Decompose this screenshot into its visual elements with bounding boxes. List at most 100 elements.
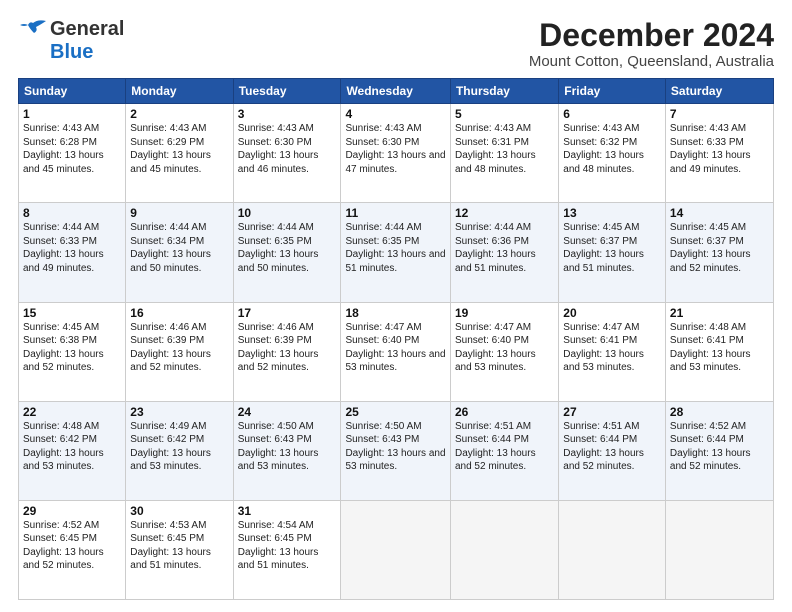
day-info: Sunrise: 4:49 AMSunset: 6:42 PMDaylight:… [130, 421, 211, 473]
day-info: Sunrise: 4:50 AMSunset: 6:43 PMDaylight:… [238, 421, 319, 473]
day-info: Sunrise: 4:52 AMSunset: 6:45 PMDaylight:… [23, 520, 104, 572]
table-row: 16 Sunrise: 4:46 AMSunset: 6:39 PMDaylig… [126, 302, 233, 401]
day-info: Sunrise: 4:46 AMSunset: 6:39 PMDaylight:… [238, 322, 319, 374]
day-info: Sunrise: 4:45 AMSunset: 6:37 PMDaylight:… [563, 222, 644, 274]
day-info: Sunrise: 4:54 AMSunset: 6:45 PMDaylight:… [238, 520, 319, 572]
day-number: 26 [455, 405, 554, 419]
table-row: 18 Sunrise: 4:47 AMSunset: 6:40 PMDaylig… [341, 302, 451, 401]
day-info: Sunrise: 4:44 AMSunset: 6:33 PMDaylight:… [23, 222, 104, 274]
day-info: Sunrise: 4:44 AMSunset: 6:35 PMDaylight:… [238, 222, 319, 274]
title-block: December 2024 Mount Cotton, Queensland, … [529, 18, 774, 70]
day-number: 15 [23, 306, 121, 320]
table-row: 30 Sunrise: 4:53 AMSunset: 6:45 PMDaylig… [126, 500, 233, 599]
table-row: 14 Sunrise: 4:45 AMSunset: 6:37 PMDaylig… [665, 203, 773, 302]
day-info: Sunrise: 4:51 AMSunset: 6:44 PMDaylight:… [563, 421, 644, 473]
table-row: 7 Sunrise: 4:43 AMSunset: 6:33 PMDayligh… [665, 104, 773, 203]
day-number: 16 [130, 306, 228, 320]
day-number: 31 [238, 504, 337, 518]
day-info: Sunrise: 4:44 AMSunset: 6:35 PMDaylight:… [345, 222, 445, 274]
table-row: 3 Sunrise: 4:43 AMSunset: 6:30 PMDayligh… [233, 104, 341, 203]
day-number: 5 [455, 107, 554, 121]
day-number: 18 [345, 306, 446, 320]
table-row: 5 Sunrise: 4:43 AMSunset: 6:31 PMDayligh… [450, 104, 558, 203]
day-info: Sunrise: 4:43 AMSunset: 6:29 PMDaylight:… [130, 123, 211, 175]
header: General Blue December 2024 Mount Cotton,… [18, 18, 774, 70]
table-row: 10 Sunrise: 4:44 AMSunset: 6:35 PMDaylig… [233, 203, 341, 302]
day-number: 25 [345, 405, 446, 419]
day-info: Sunrise: 4:48 AMSunset: 6:42 PMDaylight:… [23, 421, 104, 473]
table-row: 29 Sunrise: 4:52 AMSunset: 6:45 PMDaylig… [19, 500, 126, 599]
col-sunday: Sunday [19, 79, 126, 104]
day-number: 12 [455, 206, 554, 220]
calendar-row: 29 Sunrise: 4:52 AMSunset: 6:45 PMDaylig… [19, 500, 774, 599]
day-number: 13 [563, 206, 661, 220]
col-saturday: Saturday [665, 79, 773, 104]
table-row: 1 Sunrise: 4:43 AMSunset: 6:28 PMDayligh… [19, 104, 126, 203]
day-info: Sunrise: 4:51 AMSunset: 6:44 PMDaylight:… [455, 421, 536, 473]
day-info: Sunrise: 4:43 AMSunset: 6:31 PMDaylight:… [455, 123, 536, 175]
calendar-row: 15 Sunrise: 4:45 AMSunset: 6:38 PMDaylig… [19, 302, 774, 401]
day-info: Sunrise: 4:46 AMSunset: 6:39 PMDaylight:… [130, 322, 211, 374]
day-number: 7 [670, 107, 769, 121]
calendar-table: Sunday Monday Tuesday Wednesday Thursday… [18, 78, 774, 600]
table-row: 31 Sunrise: 4:54 AMSunset: 6:45 PMDaylig… [233, 500, 341, 599]
table-row: 9 Sunrise: 4:44 AMSunset: 6:34 PMDayligh… [126, 203, 233, 302]
calendar-row: 8 Sunrise: 4:44 AMSunset: 6:33 PMDayligh… [19, 203, 774, 302]
table-row: 21 Sunrise: 4:48 AMSunset: 6:41 PMDaylig… [665, 302, 773, 401]
day-info: Sunrise: 4:44 AMSunset: 6:36 PMDaylight:… [455, 222, 536, 274]
day-number: 14 [670, 206, 769, 220]
day-number: 24 [238, 405, 337, 419]
calendar-row: 1 Sunrise: 4:43 AMSunset: 6:28 PMDayligh… [19, 104, 774, 203]
day-info: Sunrise: 4:48 AMSunset: 6:41 PMDaylight:… [670, 322, 751, 374]
table-row: 11 Sunrise: 4:44 AMSunset: 6:35 PMDaylig… [341, 203, 451, 302]
day-info: Sunrise: 4:43 AMSunset: 6:28 PMDaylight:… [23, 123, 104, 175]
day-info: Sunrise: 4:45 AMSunset: 6:38 PMDaylight:… [23, 322, 104, 374]
day-info: Sunrise: 4:44 AMSunset: 6:34 PMDaylight:… [130, 222, 211, 274]
day-info: Sunrise: 4:47 AMSunset: 6:40 PMDaylight:… [455, 322, 536, 374]
col-wednesday: Wednesday [341, 79, 451, 104]
day-number: 19 [455, 306, 554, 320]
day-number: 27 [563, 405, 661, 419]
table-row: 2 Sunrise: 4:43 AMSunset: 6:29 PMDayligh… [126, 104, 233, 203]
day-number: 10 [238, 206, 337, 220]
calendar-row: 22 Sunrise: 4:48 AMSunset: 6:42 PMDaylig… [19, 401, 774, 500]
table-row: 22 Sunrise: 4:48 AMSunset: 6:42 PMDaylig… [19, 401, 126, 500]
day-info: Sunrise: 4:45 AMSunset: 6:37 PMDaylight:… [670, 222, 751, 274]
table-row [450, 500, 558, 599]
table-row: 8 Sunrise: 4:44 AMSunset: 6:33 PMDayligh… [19, 203, 126, 302]
page: General Blue December 2024 Mount Cotton,… [0, 0, 792, 612]
table-row: 28 Sunrise: 4:52 AMSunset: 6:44 PMDaylig… [665, 401, 773, 500]
col-thursday: Thursday [450, 79, 558, 104]
day-number: 29 [23, 504, 121, 518]
day-info: Sunrise: 4:43 AMSunset: 6:30 PMDaylight:… [345, 123, 445, 175]
col-friday: Friday [559, 79, 666, 104]
logo: General Blue [18, 18, 124, 64]
table-row [341, 500, 451, 599]
day-number: 28 [670, 405, 769, 419]
day-info: Sunrise: 4:47 AMSunset: 6:40 PMDaylight:… [345, 322, 445, 374]
table-row: 12 Sunrise: 4:44 AMSunset: 6:36 PMDaylig… [450, 203, 558, 302]
day-info: Sunrise: 4:52 AMSunset: 6:44 PMDaylight:… [670, 421, 751, 473]
table-row: 4 Sunrise: 4:43 AMSunset: 6:30 PMDayligh… [341, 104, 451, 203]
logo-general: General [50, 18, 124, 41]
day-info: Sunrise: 4:43 AMSunset: 6:32 PMDaylight:… [563, 123, 644, 175]
table-row: 27 Sunrise: 4:51 AMSunset: 6:44 PMDaylig… [559, 401, 666, 500]
day-number: 1 [23, 107, 121, 121]
table-row: 25 Sunrise: 4:50 AMSunset: 6:43 PMDaylig… [341, 401, 451, 500]
day-number: 8 [23, 206, 121, 220]
table-row: 26 Sunrise: 4:51 AMSunset: 6:44 PMDaylig… [450, 401, 558, 500]
day-number: 20 [563, 306, 661, 320]
day-info: Sunrise: 4:53 AMSunset: 6:45 PMDaylight:… [130, 520, 211, 572]
day-info: Sunrise: 4:43 AMSunset: 6:33 PMDaylight:… [670, 123, 751, 175]
table-row: 17 Sunrise: 4:46 AMSunset: 6:39 PMDaylig… [233, 302, 341, 401]
table-row: 15 Sunrise: 4:45 AMSunset: 6:38 PMDaylig… [19, 302, 126, 401]
day-number: 2 [130, 107, 228, 121]
day-number: 9 [130, 206, 228, 220]
day-number: 3 [238, 107, 337, 121]
page-title: December 2024 [529, 18, 774, 53]
day-number: 30 [130, 504, 228, 518]
day-info: Sunrise: 4:47 AMSunset: 6:41 PMDaylight:… [563, 322, 644, 374]
day-info: Sunrise: 4:50 AMSunset: 6:43 PMDaylight:… [345, 421, 445, 473]
table-row: 19 Sunrise: 4:47 AMSunset: 6:40 PMDaylig… [450, 302, 558, 401]
calendar-header-row: Sunday Monday Tuesday Wednesday Thursday… [19, 79, 774, 104]
